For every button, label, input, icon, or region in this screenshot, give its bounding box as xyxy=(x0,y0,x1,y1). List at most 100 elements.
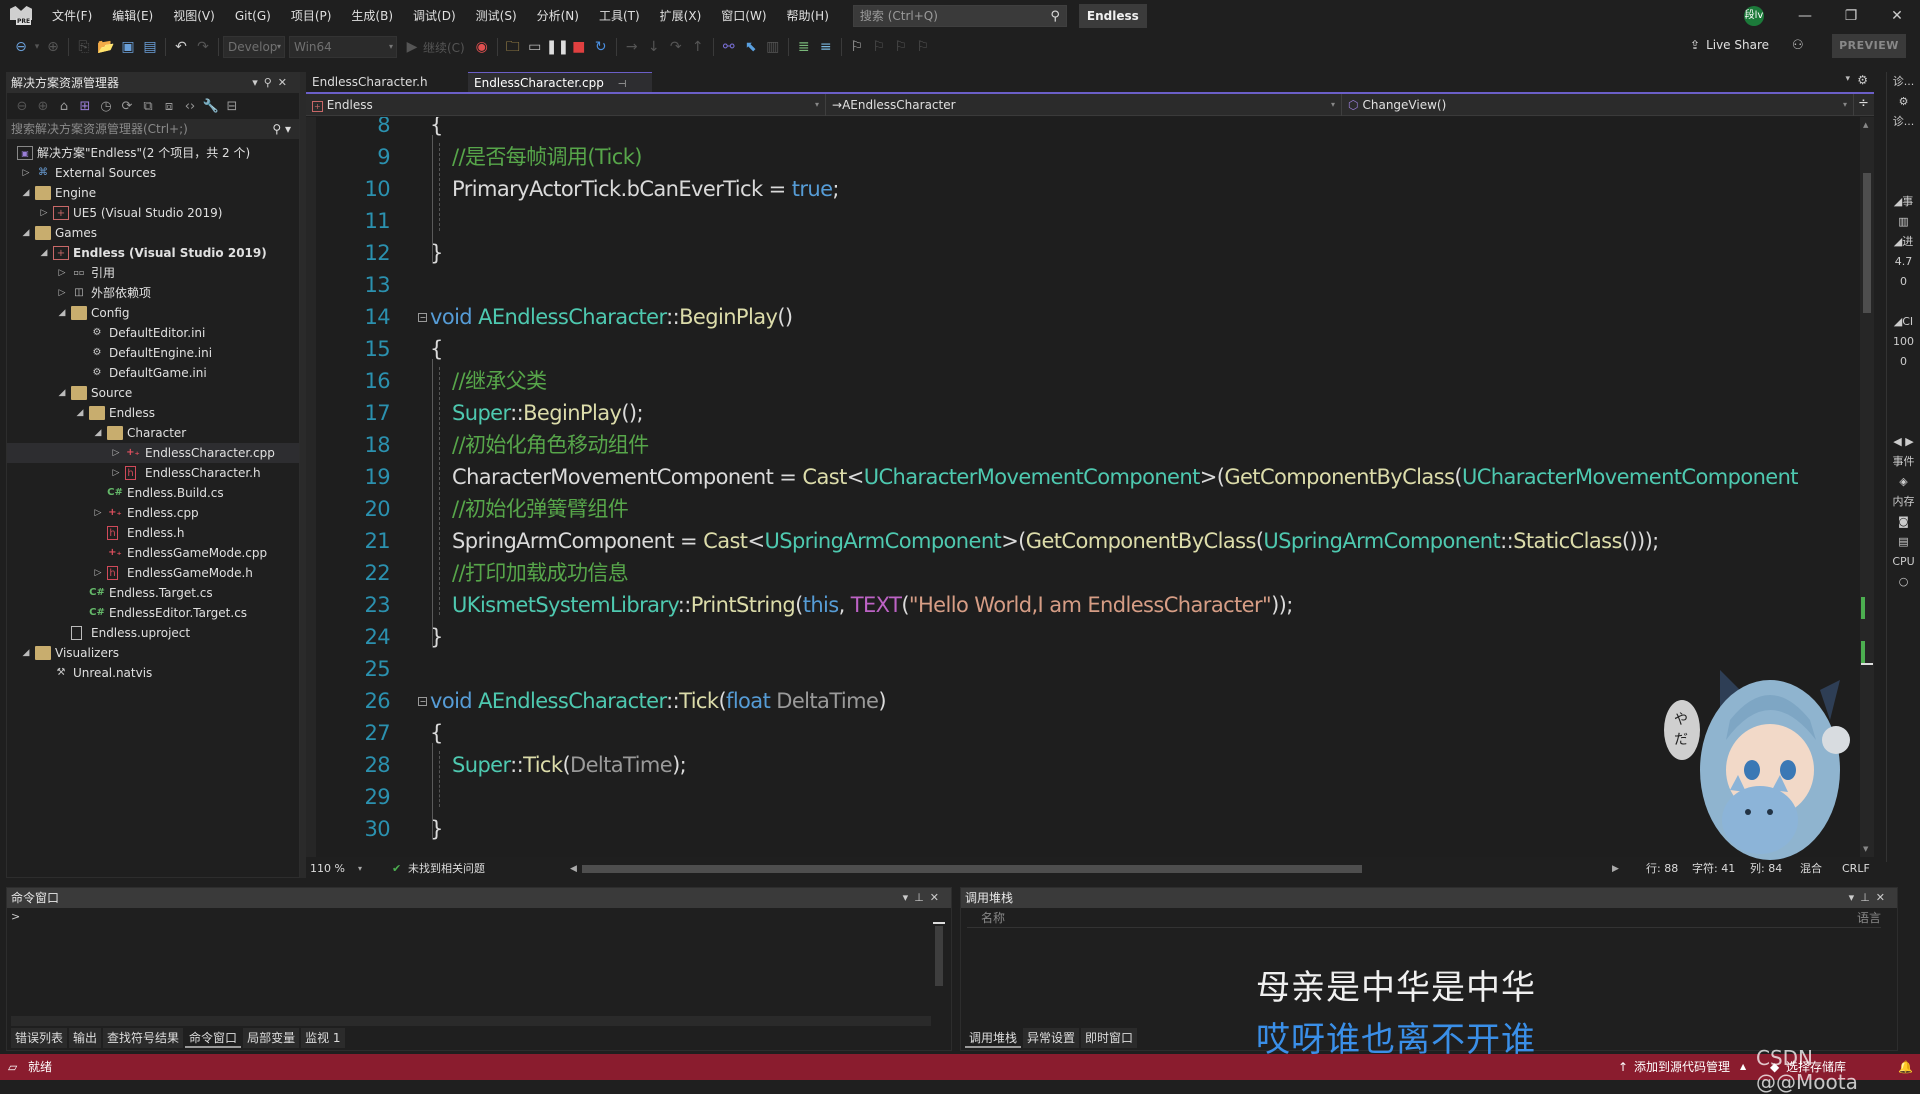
pin-icon[interactable]: ⊥ xyxy=(914,891,930,904)
diagnostic-tool-item[interactable]: ◀ ▶ xyxy=(1887,432,1920,452)
collapse-all-icon[interactable]: ⧉ xyxy=(139,99,157,114)
diagnostic-tool-item[interactable]: ⚙ xyxy=(1887,92,1920,112)
clear-bookmarks-icon[interactable]: ⚐ xyxy=(912,36,934,58)
diagnostic-tool-item[interactable]: ▥ xyxy=(1887,212,1920,232)
collapsed-arrow-icon[interactable]: ▷ xyxy=(57,263,67,283)
restart-icon[interactable]: ↻ xyxy=(590,36,612,58)
pending-changes-icon[interactable]: ◷ xyxy=(97,99,115,114)
expanded-arrow-icon[interactable]: ◢ xyxy=(21,223,31,243)
panel-menu-icon[interactable]: ▾ xyxy=(903,891,915,904)
panel-tab[interactable]: 即时窗口 xyxy=(1081,1028,1138,1048)
tree-item[interactable]: Endless.uproject xyxy=(7,623,299,643)
menu-item[interactable]: 测试(S) xyxy=(466,0,527,32)
collapsed-arrow-icon[interactable]: ▷ xyxy=(93,563,103,583)
diagnostic-tool-item[interactable]: ◢进 xyxy=(1887,232,1920,252)
diagnostic-tool-item[interactable]: 诊... xyxy=(1887,112,1920,132)
tree-item[interactable]: ◢ Config xyxy=(7,303,299,323)
tree-item[interactable]: ▷ + UE5 (Visual Studio 2019) xyxy=(7,203,299,223)
save-icon[interactable]: ▣ xyxy=(117,36,139,58)
diagnostic-tool-item[interactable]: ○ xyxy=(1887,572,1920,592)
platform-select[interactable]: Win64 ▾ xyxy=(289,36,397,58)
navigate-forward-icon[interactable]: ⊕ xyxy=(42,36,64,58)
uncomment-lines-icon[interactable]: ≡ xyxy=(815,36,837,58)
panel-tab[interactable]: 错误列表 xyxy=(11,1028,68,1048)
step-over-icon[interactable]: ↷ xyxy=(665,36,687,58)
panel-tab[interactable]: 查找符号结果 xyxy=(103,1028,184,1048)
expanded-arrow-icon[interactable]: ◢ xyxy=(39,243,49,263)
step-out-icon[interactable]: ↑ xyxy=(687,36,709,58)
continue-button[interactable]: 继续(C) xyxy=(423,39,465,56)
split-window-icon[interactable]: ÷ xyxy=(1858,96,1869,111)
scrollbar-thumb[interactable] xyxy=(1863,173,1871,313)
pin-icon[interactable]: ⚲ xyxy=(264,76,278,89)
tree-item[interactable]: ▷ ▫▫ 引用 xyxy=(7,263,299,283)
tree-item[interactable]: ▷ +₊ Endless.cpp xyxy=(7,503,299,523)
diagnostic-tool-item[interactable]: ◈ xyxy=(1887,472,1920,492)
tree-item[interactable]: ◢ + Endless (Visual Studio 2019) xyxy=(7,243,299,263)
tree-item[interactable]: ⚒ Unreal.natvis xyxy=(7,663,299,683)
preview-selected-icon[interactable]: ⊟ xyxy=(223,99,241,114)
pin-tab-icon[interactable]: ⊣ xyxy=(618,79,627,90)
menu-item[interactable]: 文件(F) xyxy=(42,0,102,32)
open-file-icon[interactable]: 📂 xyxy=(95,36,117,58)
menu-item[interactable]: 帮助(H) xyxy=(777,0,839,32)
tree-item[interactable]: ▷ ⌘ External Sources xyxy=(7,163,299,183)
project-dropdown[interactable]: + Endless ▾ xyxy=(306,94,826,116)
tree-item[interactable]: h Endless.h xyxy=(7,523,299,543)
pin-icon[interactable]: ⊥ xyxy=(1860,891,1876,904)
forward-icon[interactable]: ⊕ xyxy=(34,99,52,114)
zoom-dropdown-icon[interactable]: ▾ xyxy=(358,860,362,878)
prev-bookmark-icon[interactable]: ⚐ xyxy=(868,36,890,58)
panel-tab[interactable]: 局部变量 xyxy=(243,1028,300,1048)
close-icon[interactable]: ✕ xyxy=(930,891,945,904)
scope-dropdown[interactable]: →AEndlessCharacter ▾ xyxy=(826,94,1342,116)
menu-item[interactable]: 调试(D) xyxy=(403,0,466,32)
tree-item[interactable]: +₊ EndlessGameMode.cpp xyxy=(7,543,299,563)
expanded-arrow-icon[interactable]: ◢ xyxy=(93,423,103,443)
diagnostic-tool-item[interactable]: 诊... xyxy=(1887,72,1920,92)
diagnostic-tool-item[interactable]: ◢CI xyxy=(1887,312,1920,332)
command-input[interactable]: > xyxy=(7,908,951,925)
expanded-arrow-icon[interactable]: ◢ xyxy=(57,383,67,403)
panel-tab[interactable]: 命令窗口 xyxy=(185,1028,242,1048)
build-config-select[interactable]: Develop ▾ xyxy=(223,36,285,58)
issues-status[interactable]: 未找到相关问题 xyxy=(408,860,485,878)
feedback-icon[interactable]: ⚇ xyxy=(1792,38,1804,53)
command-vertical-scrollbar[interactable] xyxy=(933,912,945,1012)
command-horizontal-scrollbar[interactable] xyxy=(11,1016,931,1026)
tree-item[interactable]: ▷ ◫ 外部依赖项 xyxy=(7,283,299,303)
tab-endless-character-h[interactable]: EndlessCharacter.h xyxy=(306,72,466,92)
diagnostic-tool-item[interactable]: 0 xyxy=(1887,352,1920,372)
open-folder-icon[interactable]: 🗀 xyxy=(502,36,524,58)
menu-item[interactable]: 生成(B) xyxy=(341,0,403,32)
tree-item[interactable]: ▣ 解决方案"Endless"(2 个项目，共 2 个) xyxy=(7,143,299,163)
redo-icon[interactable]: ↷ xyxy=(192,36,214,58)
menu-item[interactable]: 项目(P) xyxy=(281,0,342,32)
next-bookmark-icon[interactable]: ⚐ xyxy=(890,36,912,58)
properties-icon[interactable]: 🔧 xyxy=(202,99,220,114)
diagnostic-tool-item[interactable]: 事件 xyxy=(1887,452,1920,472)
indent-mode[interactable]: 混合 xyxy=(1800,860,1822,878)
pause-icon[interactable]: ❚❚ xyxy=(546,36,569,58)
scroll-left-icon[interactable]: ◀ xyxy=(570,860,577,878)
scroll-up-icon[interactable]: ▲ xyxy=(1863,121,1868,129)
save-all-icon[interactable]: ▤ xyxy=(139,36,161,58)
attach-process-icon[interactable]: ◉ xyxy=(471,36,493,58)
home-icon[interactable]: ⌂ xyxy=(55,99,73,114)
show-all-files-icon[interactable]: ⧈ xyxy=(160,99,178,114)
tree-item[interactable]: ◢ Endless xyxy=(7,403,299,423)
collapsed-arrow-icon[interactable]: ▷ xyxy=(21,163,31,183)
close-icon[interactable]: ✕ xyxy=(278,76,293,89)
sync-icon[interactable]: ⟳ xyxy=(118,99,136,114)
tree-item[interactable]: C# EndlessEditor.Target.cs xyxy=(7,603,299,623)
tree-item[interactable]: ◢ Visualizers xyxy=(7,643,299,663)
menu-item[interactable]: 扩展(X) xyxy=(650,0,712,32)
expanded-arrow-icon[interactable]: ◢ xyxy=(75,403,85,423)
panel-tab[interactable]: 异常设置 xyxy=(1023,1028,1080,1048)
back-icon[interactable]: ⊖ xyxy=(13,99,31,114)
collapsed-arrow-icon[interactable]: ▷ xyxy=(39,203,49,223)
diagnostic-tool-item[interactable]: CPU xyxy=(1887,552,1920,572)
tree-item[interactable]: ⚙ DefaultGame.ini xyxy=(7,363,299,383)
diagnostic-tool-item[interactable]: ◢事 xyxy=(1887,192,1920,212)
panel-menu-icon[interactable]: ▾ xyxy=(1849,891,1861,904)
